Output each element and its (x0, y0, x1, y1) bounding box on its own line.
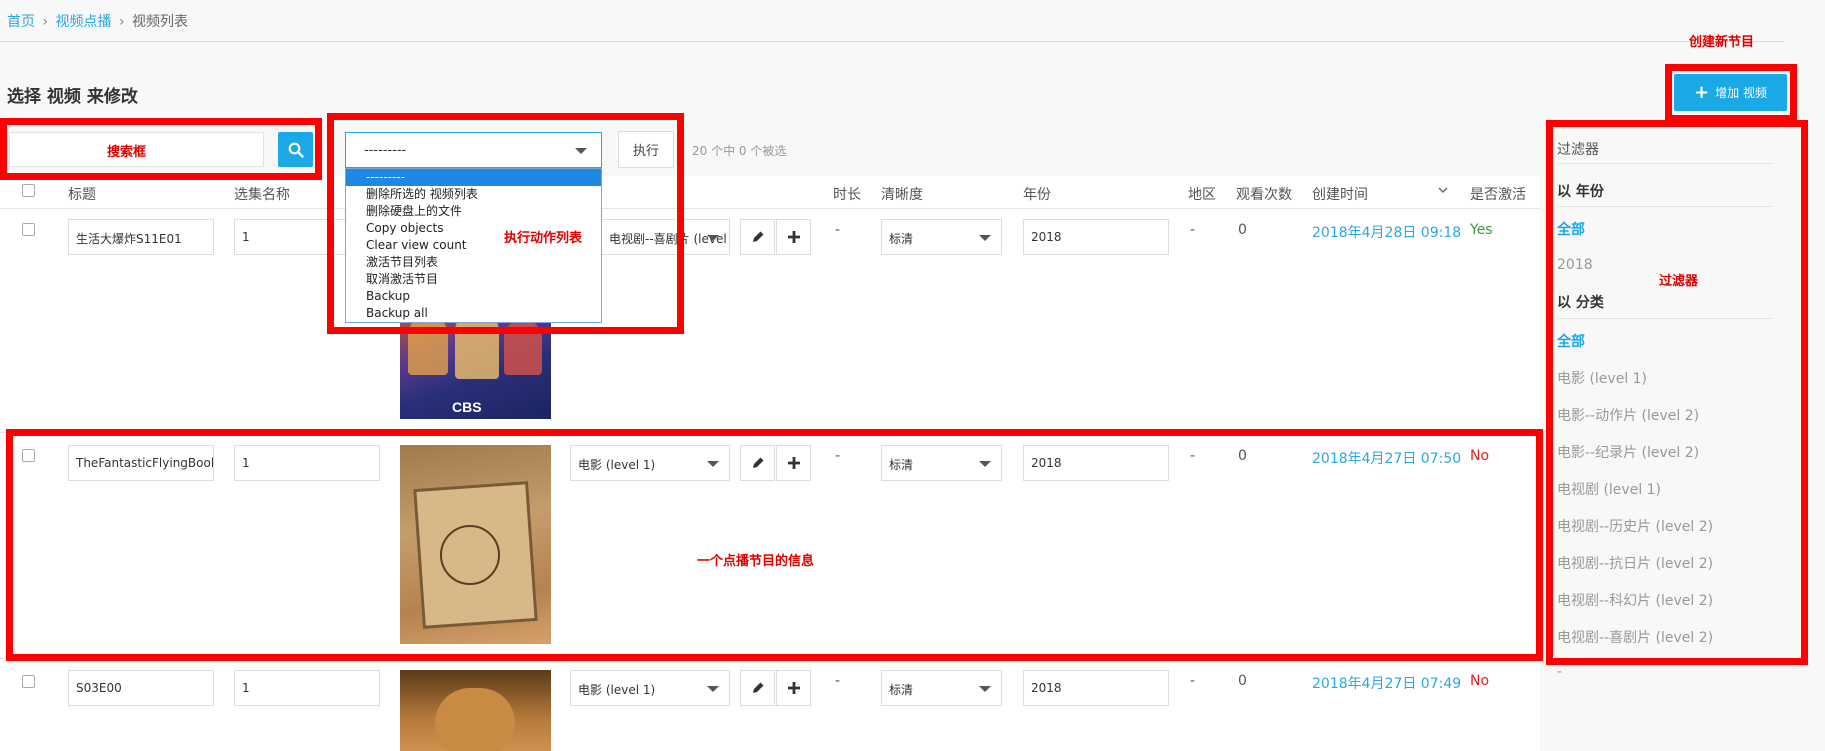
title-field[interactable]: S03E00 (68, 670, 214, 706)
cbs-logo: CBS (452, 399, 482, 415)
year-field[interactable]: 2018 (1023, 670, 1169, 706)
annotation-create-label: 创建新节目 (1689, 35, 1755, 50)
annotation-filter-label: 过滤器 (1659, 274, 1699, 289)
plus-icon (787, 682, 800, 694)
quality-select-value: 标清 (889, 232, 914, 246)
region-cell: - (1190, 673, 1196, 689)
duration-cell: - (835, 222, 841, 238)
annotation-box-filter (1546, 120, 1808, 665)
header-divider (0, 41, 1785, 42)
chevron-down-icon (979, 686, 991, 692)
breadcrumb-separator: › (42, 14, 49, 30)
duration-cell: - (835, 673, 841, 689)
chevron-down-icon (707, 686, 719, 692)
pencil-icon (752, 231, 763, 242)
column-header-quality[interactable]: 清晰度 (881, 184, 923, 204)
plus-icon (787, 231, 800, 243)
column-header-episode[interactable]: 选集名称 (234, 184, 290, 204)
column-header-duration[interactable]: 时长 (833, 184, 861, 204)
add-category-button[interactable] (776, 219, 811, 255)
year-field[interactable]: 2018 (1023, 219, 1169, 255)
filter-trailing-dash: - (1557, 664, 1563, 680)
annotation-actions-label: 执行动作列表 (504, 231, 583, 246)
column-header-created[interactable]: 创建时间 (1312, 184, 1368, 204)
column-header-title[interactable]: 标题 (68, 184, 96, 204)
header-divider (0, 208, 1540, 209)
created-date-link[interactable]: 2018年4月28日 09:18 (1312, 222, 1461, 242)
category-select[interactable]: 电影 (level 1) (570, 670, 730, 706)
views-cell: 0 (1238, 673, 1247, 689)
video-thumbnail[interactable] (400, 670, 551, 751)
annotation-box-actions (327, 113, 684, 334)
annotation-row-label: 一个点播节目的信息 (697, 554, 815, 569)
pencil-icon (752, 682, 763, 693)
quality-select[interactable]: 标清 (881, 219, 1002, 255)
select-all-checkbox[interactable] (22, 184, 35, 197)
sort-chevron-icon[interactable] (1437, 184, 1449, 200)
quality-select-value: 标清 (889, 683, 914, 697)
edit-category-button[interactable] (740, 670, 775, 706)
category-select-value: 电影 (level 1) (578, 683, 656, 697)
breadcrumb-home-link[interactable]: 首页 (7, 14, 35, 30)
created-date-link[interactable]: 2018年4月27日 07:49 (1312, 673, 1461, 693)
annotation-box-row (6, 429, 1543, 661)
selection-counter: 20 个中 0 个被选 (692, 144, 787, 158)
episode-field[interactable]: 1 (234, 670, 380, 706)
column-header-year[interactable]: 年份 (1023, 184, 1051, 204)
edit-category-button[interactable] (740, 219, 775, 255)
column-header-region[interactable]: 地区 (1188, 184, 1216, 204)
row-checkbox[interactable] (22, 223, 35, 236)
breadcrumb-current: 视频列表 (132, 14, 189, 30)
chevron-down-icon (707, 235, 719, 241)
region-cell: - (1190, 222, 1196, 238)
breadcrumb: 首页 › 视频点播 › 视频列表 (7, 11, 188, 31)
views-cell: 0 (1238, 222, 1247, 238)
title-field[interactable]: 生活大爆炸S11E01 (68, 219, 214, 255)
column-header-active[interactable]: 是否激活 (1470, 184, 1526, 204)
annotation-box-search (0, 118, 322, 180)
page-title: 选择 视频 来修改 (7, 87, 138, 107)
add-category-button[interactable] (776, 670, 811, 706)
breadcrumb-separator: › (118, 14, 125, 30)
breadcrumb-section-link[interactable]: 视频点播 (56, 14, 112, 30)
row-checkbox[interactable] (22, 675, 35, 688)
chevron-down-icon (979, 235, 991, 241)
annotation-search-label: 搜索框 (107, 145, 147, 160)
annotation-box-add (1665, 64, 1797, 122)
active-status: Yes (1470, 222, 1493, 238)
active-status: No (1470, 673, 1490, 689)
column-header-views[interactable]: 观看次数 (1236, 184, 1292, 204)
quality-select[interactable]: 标清 (881, 670, 1002, 706)
